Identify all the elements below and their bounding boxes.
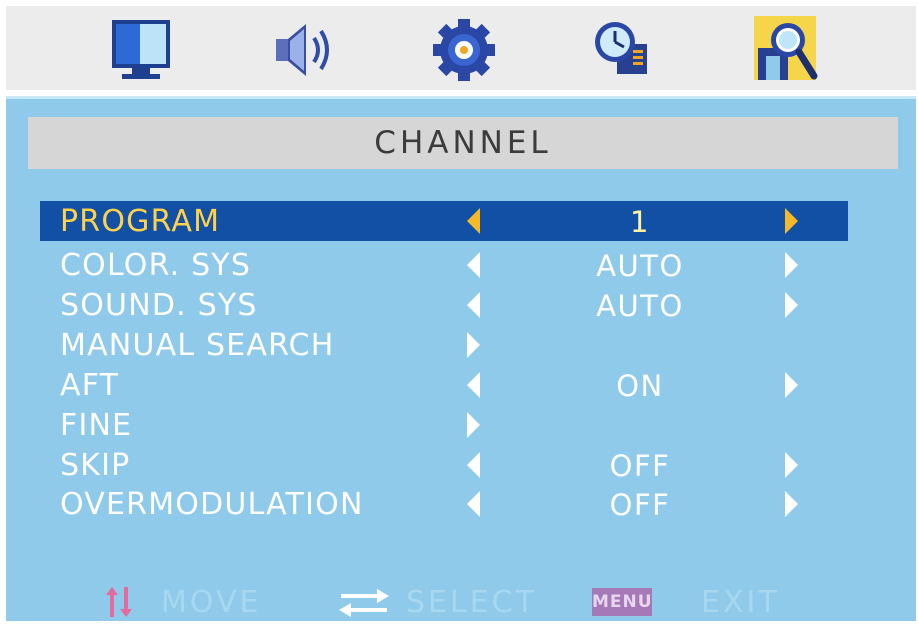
- osd-tab-bar: [6, 6, 916, 90]
- row-value: ON: [616, 369, 664, 403]
- menu-row-manual-search[interactable]: MANUAL SEARCH: [40, 325, 848, 365]
- right-arrow-icon[interactable]: [785, 372, 798, 398]
- channel-search-icon: [754, 16, 818, 80]
- row-label: MANUAL SEARCH: [60, 328, 335, 363]
- select-arrows-icon: [339, 589, 389, 617]
- left-arrow-icon[interactable]: [467, 292, 480, 318]
- tab-channel[interactable]: [748, 14, 824, 86]
- right-arrow-icon[interactable]: [467, 332, 480, 358]
- right-arrow-icon[interactable]: [785, 252, 798, 278]
- right-arrow-icon[interactable]: [785, 292, 798, 318]
- row-label: AFT: [60, 368, 120, 403]
- menu-row-skip[interactable]: SKIP OFF: [40, 445, 848, 485]
- row-value: AUTO: [596, 289, 684, 323]
- channel-menu-panel: CHANNEL PROGRAM 1 COLOR. SYS AUTO SOUND.…: [6, 96, 916, 621]
- sound-icon: [276, 24, 329, 76]
- row-value: 1: [630, 205, 650, 239]
- right-arrow-icon[interactable]: [785, 491, 798, 517]
- move-hint-label: MOVE: [161, 585, 262, 620]
- setup-gear-icon: [433, 19, 495, 81]
- menu-row-sound-sys[interactable]: SOUND. SYS AUTO: [40, 285, 848, 325]
- tab-sound[interactable]: [264, 14, 340, 86]
- row-label: FINE: [60, 408, 133, 443]
- exit-hint-label: EXIT: [701, 585, 780, 620]
- time-clock-icon: [595, 22, 647, 74]
- menu-row-overmodulation[interactable]: OVERMODULATION OFF: [40, 484, 848, 524]
- row-label: COLOR. SYS: [60, 248, 252, 283]
- row-label: SOUND. SYS: [60, 288, 258, 323]
- move-arrows-icon: [106, 587, 132, 617]
- key-hint-bar: MOVE SELECT MENU EXIT: [6, 579, 916, 624]
- left-arrow-icon[interactable]: [467, 491, 480, 517]
- menu-row-fine[interactable]: FINE: [40, 405, 848, 445]
- right-arrow-icon[interactable]: [785, 452, 798, 478]
- row-value: AUTO: [596, 249, 684, 283]
- row-value: OFF: [609, 449, 671, 483]
- tab-time[interactable]: [587, 14, 663, 86]
- row-label: PROGRAM: [60, 204, 221, 239]
- tab-setup[interactable]: [426, 14, 502, 86]
- menu-row-color-sys[interactable]: COLOR. SYS AUTO: [40, 245, 848, 285]
- tab-picture[interactable]: [103, 14, 179, 86]
- right-arrow-icon[interactable]: [785, 208, 798, 234]
- left-arrow-icon[interactable]: [467, 372, 480, 398]
- select-hint-label: SELECT: [406, 585, 537, 620]
- picture-icon: [112, 20, 170, 79]
- menu-row-aft[interactable]: AFT ON: [40, 365, 848, 405]
- left-arrow-icon[interactable]: [467, 252, 480, 278]
- menu-row-program[interactable]: PROGRAM 1: [40, 201, 848, 241]
- row-label: SKIP: [60, 448, 131, 483]
- right-arrow-icon[interactable]: [467, 412, 480, 438]
- left-arrow-icon[interactable]: [467, 452, 480, 478]
- left-arrow-icon[interactable]: [467, 208, 480, 234]
- menu-key-badge: MENU: [592, 588, 652, 616]
- menu-title-bar: CHANNEL: [28, 117, 898, 169]
- row-value: OFF: [609, 488, 671, 522]
- menu-title: CHANNEL: [374, 125, 552, 161]
- row-label: OVERMODULATION: [60, 487, 364, 522]
